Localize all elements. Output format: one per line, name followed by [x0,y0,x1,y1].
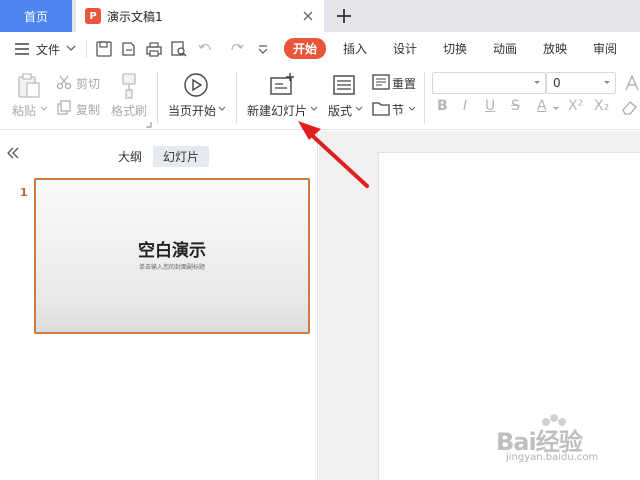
chevron-down-icon[interactable] [218,106,226,112]
clear-format-icon[interactable] [620,98,638,116]
redo-icon[interactable] [228,40,246,58]
chevron-down-icon[interactable] [408,106,416,112]
tab-insert[interactable]: 插入 [343,40,367,57]
tab-slideshow[interactable]: 放映 [543,40,567,57]
menu-row: 文件 开始 插入 设计 切换 动画 放映 审阅 [0,32,640,66]
print-icon[interactable] [145,40,163,58]
increase-font-icon[interactable] [624,74,640,92]
tab-bar: 首页 P 演示文稿1 [0,0,640,32]
presentation-icon: P [85,8,101,24]
tab-animation[interactable]: 动画 [493,40,517,57]
export-icon[interactable] [120,40,138,58]
copy-icon[interactable] [56,100,72,116]
document-title: 演示文稿1 [107,9,163,24]
superscript-icon[interactable]: X² [568,98,583,114]
from-current-slide-button[interactable]: 当页开始 [168,102,216,119]
thumbnail-subtitle: 单击输入您的封面副标题 [138,264,205,271]
section-icon[interactable] [372,100,390,116]
tab-review[interactable]: 审阅 [593,40,617,57]
chevron-down-icon [534,81,540,84]
chevron-down-icon[interactable] [66,44,76,52]
tab-design[interactable]: 设计 [393,40,417,57]
font-color-icon[interactable]: A [537,98,547,114]
slide-number: 1 [20,186,28,199]
home-tab[interactable]: 首页 [0,0,72,32]
paste-button[interactable]: 粘贴 [12,102,36,119]
chevron-down-icon[interactable] [310,106,318,112]
save-icon[interactable] [95,40,113,58]
font-size-value: 0 [553,76,561,90]
underline-icon[interactable]: U [485,98,495,114]
slide-thumbnail[interactable]: 空白演示 单击输入您的封面副标题 [34,178,310,334]
collapse-panel-icon[interactable] [6,146,20,160]
undo-icon[interactable] [196,40,214,58]
cut-button[interactable]: 剪切 [76,75,100,92]
chevron-down-icon[interactable] [552,106,560,112]
close-icon[interactable] [300,8,316,24]
divider [424,72,425,124]
chevron-down-icon[interactable] [355,106,363,112]
print-preview-icon[interactable] [170,40,188,58]
group-expand-icon[interactable] [146,122,152,128]
hamburger-icon[interactable] [14,42,30,56]
watermark-url: jingyan.baidu.com [506,452,599,463]
layout-button[interactable]: 版式 [328,102,352,119]
layout-icon[interactable] [332,74,356,96]
reset-button[interactable]: 重置 [392,75,416,92]
divider [86,40,87,58]
font-size-select[interactable]: 0 [546,72,616,94]
customize-toolbar-icon[interactable] [256,40,270,58]
divider [236,72,237,124]
tab-outline[interactable]: 大纲 [108,146,152,167]
file-menu[interactable]: 文件 [36,41,60,58]
copy-button[interactable]: 复制 [76,101,100,118]
strikethrough-icon[interactable]: S [511,98,520,114]
format-painter-button[interactable]: 格式刷 [111,102,147,119]
tab-home-ribbon[interactable]: 开始 [284,38,327,59]
bold-icon[interactable]: B [437,98,448,114]
divider [157,72,158,124]
reset-icon[interactable] [372,74,390,90]
document-tab[interactable]: P 演示文稿1 [76,0,324,32]
subscript-icon[interactable]: X₂ [594,98,609,114]
tab-transition[interactable]: 切换 [443,40,467,57]
format-painter-icon[interactable] [118,72,140,100]
font-family-select[interactable] [432,72,546,94]
new-slide-button[interactable]: 新建幻灯片 [247,102,307,119]
chevron-down-icon[interactable] [40,106,48,112]
paste-icon[interactable] [16,72,42,100]
play-icon[interactable] [183,72,209,98]
add-tab-icon[interactable] [332,4,356,28]
tab-slides[interactable]: 幻灯片 [153,146,210,167]
new-slide-icon[interactable] [268,72,296,98]
chevron-down-icon [604,81,610,84]
thumbnail-title: 空白演示 [138,241,206,261]
italic-icon[interactable]: I [463,98,467,114]
scissors-icon[interactable] [56,74,72,90]
section-button[interactable]: 节 [392,101,404,118]
